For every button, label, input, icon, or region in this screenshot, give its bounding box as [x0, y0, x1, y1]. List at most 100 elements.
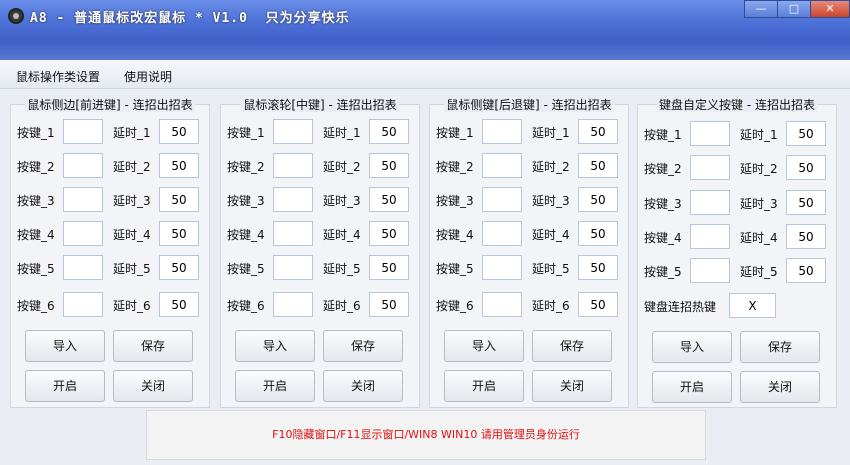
delay-input[interactable] [786, 224, 826, 249]
hotkey-input[interactable] [729, 293, 776, 318]
delay-input[interactable] [578, 119, 618, 144]
key-label: 按键_2 [436, 160, 474, 174]
status-message: F10隐藏窗口/F11显示窗口/WIN8 WIN10 请用管理员身份运行 [146, 410, 706, 460]
delay-label: 延时_6 [113, 299, 151, 313]
delay-input[interactable] [578, 187, 618, 212]
key-input[interactable] [482, 187, 522, 212]
key-input[interactable] [273, 292, 313, 317]
delay-input[interactable] [786, 121, 826, 146]
delay-label: 延时_1 [740, 128, 778, 142]
key-input[interactable] [63, 255, 103, 280]
save-button[interactable]: 保存 [740, 331, 820, 363]
key-label: 按键_2 [644, 162, 682, 176]
gear-icon[interactable] [8, 8, 24, 24]
import-button[interactable]: 导入 [25, 330, 105, 362]
delay-input[interactable] [578, 221, 618, 246]
save-button[interactable]: 保存 [113, 330, 193, 362]
title-bar: A8 - 普通鼠标改宏鼠标 * V1.0 只为分享快乐 — □ ✕ [0, 0, 850, 60]
delay-label: 延时_2 [740, 162, 778, 176]
menu-help[interactable]: 使用说明 [124, 68, 172, 85]
key-input[interactable] [273, 187, 313, 212]
delay-input[interactable] [369, 119, 409, 144]
key-input[interactable] [690, 121, 730, 146]
delay-label: 延时_2 [532, 160, 570, 174]
stop-button[interactable]: 关闭 [740, 371, 820, 403]
delay-input[interactable] [159, 187, 199, 212]
key-input[interactable] [482, 119, 522, 144]
window-title: A8 - 普通鼠标改宏鼠标 * V1.0 只为分享快乐 [30, 11, 350, 26]
key-input[interactable] [482, 221, 522, 246]
key-input[interactable] [63, 292, 103, 317]
start-button[interactable]: 开启 [652, 371, 732, 403]
delay-input[interactable] [786, 155, 826, 180]
delay-label: 延时_5 [740, 265, 778, 279]
delay-input[interactable] [369, 153, 409, 178]
minimize-button[interactable]: — [744, 0, 778, 18]
delay-label: 延时_5 [532, 262, 570, 276]
save-button[interactable]: 保存 [532, 330, 612, 362]
panel-keyboard-custom: 键盘自定义按键 - 连招出招表 按键_1 延时_1 按键_2 延时_2 按键_3… [637, 98, 837, 408]
delay-label: 延时_2 [323, 160, 361, 174]
close-button[interactable]: ✕ [810, 0, 850, 18]
key-input[interactable] [273, 119, 313, 144]
key-label: 按键_4 [227, 228, 265, 242]
delay-label: 延时_4 [740, 231, 778, 245]
key-input[interactable] [690, 190, 730, 215]
key-input[interactable] [273, 221, 313, 246]
panel-title: 鼠标侧键[后退键] - 连招出招表 [444, 98, 614, 112]
delay-input[interactable] [159, 292, 199, 317]
import-button[interactable]: 导入 [235, 330, 315, 362]
key-label: 按键_2 [227, 160, 265, 174]
key-input[interactable] [690, 224, 730, 249]
key-label: 按键_5 [644, 265, 682, 279]
key-input[interactable] [63, 153, 103, 178]
delay-input[interactable] [578, 255, 618, 280]
delay-input[interactable] [786, 190, 826, 215]
panel-middle-key: 鼠标滚轮[中键] - 连招出招表 按键_1 延时_1 按键_2 延时_2 按键_… [220, 98, 420, 408]
menu-bar: 鼠标操作类设置 使用说明 [0, 60, 850, 89]
stop-button[interactable]: 关闭 [323, 370, 403, 402]
key-input[interactable] [273, 153, 313, 178]
key-label: 按键_3 [644, 197, 682, 211]
delay-input[interactable] [578, 292, 618, 317]
delay-input[interactable] [369, 292, 409, 317]
import-button[interactable]: 导入 [444, 330, 524, 362]
delay-label: 延时_5 [323, 262, 361, 276]
key-input[interactable] [690, 258, 730, 283]
panel-title: 键盘自定义按键 - 连招出招表 [657, 98, 817, 112]
delay-input[interactable] [159, 221, 199, 246]
maximize-button[interactable]: □ [777, 0, 811, 18]
delay-input[interactable] [159, 119, 199, 144]
key-label: 按键_1 [227, 126, 265, 140]
start-button[interactable]: 开启 [235, 370, 315, 402]
panel-title: 鼠标滚轮[中键] - 连招出招表 [241, 98, 399, 112]
delay-input[interactable] [578, 153, 618, 178]
start-button[interactable]: 开启 [25, 370, 105, 402]
delay-label: 延时_3 [532, 194, 570, 208]
save-button[interactable]: 保存 [323, 330, 403, 362]
key-label: 按键_6 [17, 299, 55, 313]
key-input[interactable] [482, 153, 522, 178]
key-input[interactable] [63, 119, 103, 144]
delay-input[interactable] [369, 187, 409, 212]
key-label: 按键_3 [436, 194, 474, 208]
delay-input[interactable] [159, 255, 199, 280]
key-label: 按键_1 [17, 126, 55, 140]
import-button[interactable]: 导入 [652, 331, 732, 363]
key-input[interactable] [63, 221, 103, 246]
key-input[interactable] [273, 255, 313, 280]
key-label: 按键_4 [644, 231, 682, 245]
delay-input[interactable] [159, 153, 199, 178]
delay-input[interactable] [369, 255, 409, 280]
delay-input[interactable] [786, 258, 826, 283]
start-button[interactable]: 开启 [444, 370, 524, 402]
key-input[interactable] [482, 255, 522, 280]
stop-button[interactable]: 关闭 [113, 370, 193, 402]
stop-button[interactable]: 关闭 [532, 370, 612, 402]
menu-mouse-settings[interactable]: 鼠标操作类设置 [16, 68, 100, 85]
key-input[interactable] [690, 155, 730, 180]
delay-input[interactable] [369, 221, 409, 246]
key-input[interactable] [63, 187, 103, 212]
key-input[interactable] [482, 292, 522, 317]
delay-label: 延时_4 [323, 228, 361, 242]
